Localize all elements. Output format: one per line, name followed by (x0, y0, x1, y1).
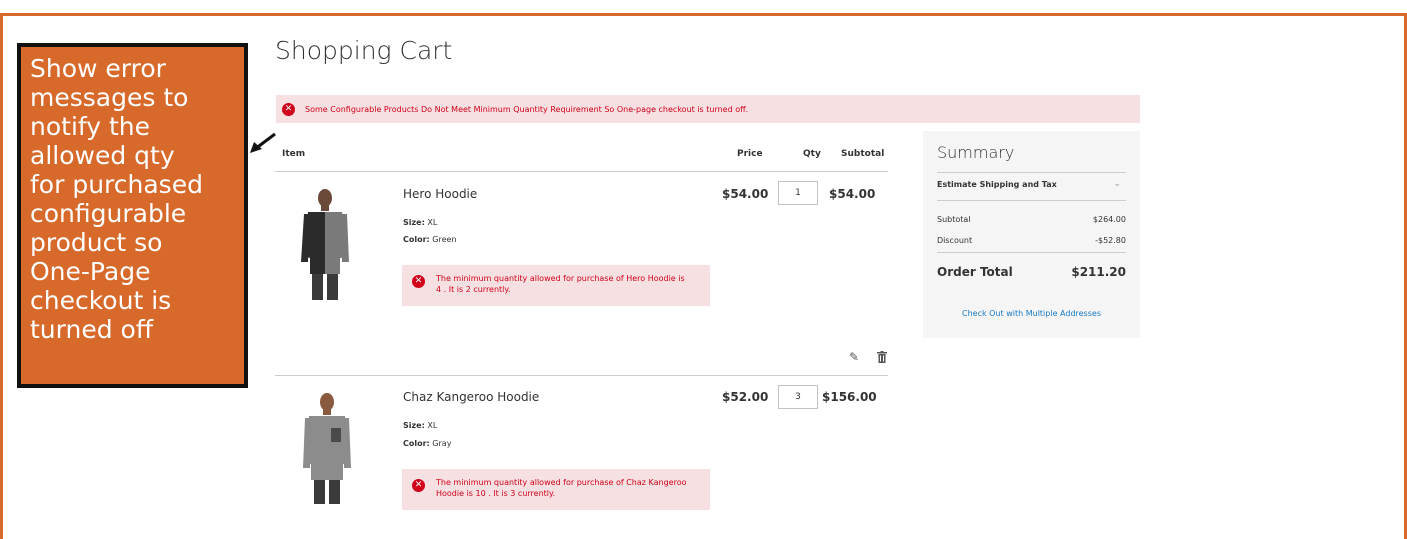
item-error-text: The minimum quantity allowed for purchas… (436, 477, 687, 499)
chevron-down-icon: ⌄ (1113, 179, 1121, 189)
discount-row: Discount -$52.80 (937, 236, 1126, 245)
option-value: XL (427, 421, 438, 430)
product-option-size: Size: XL (403, 421, 437, 430)
item-subtotal: $156.00 (822, 390, 877, 404)
order-total-row: Order Total $211.20 (937, 265, 1126, 279)
product-name-link[interactable]: Hero Hoodie (403, 187, 477, 201)
option-value: Gray (432, 439, 452, 448)
product-option-color: Color: Gray (403, 439, 451, 448)
annotation-arrow (250, 132, 276, 153)
callout-line: Show error (30, 54, 166, 83)
column-header-qty: Qty (803, 149, 821, 159)
callout-line: for purchased (30, 170, 203, 199)
callout-line: messages to (30, 83, 189, 112)
option-value: Green (432, 235, 457, 244)
item-subtotal: $54.00 (829, 187, 876, 201)
summary-title: Summary (937, 143, 1015, 162)
product-image-hero-hoodie[interactable] (290, 184, 360, 304)
global-error-message: ✕ Some Configurable Products Do Not Meet… (276, 95, 1140, 123)
item-error-text: The minimum quantity allowed for purchas… (436, 273, 685, 295)
item-price: $52.00 (722, 390, 769, 404)
option-value: XL (427, 218, 438, 227)
item-price: $54.00 (722, 187, 769, 201)
callout-line: notify the (30, 112, 151, 141)
global-error-text: Some Configurable Products Do Not Meet M… (305, 104, 749, 114)
column-header-item: Item (282, 149, 306, 159)
page-title: Shopping Cart (275, 36, 453, 65)
column-header-subtotal: Subtotal (841, 149, 885, 159)
divider (275, 171, 888, 172)
item-error-line: The minimum quantity allowed for purchas… (436, 478, 687, 487)
subtotal-row: Subtotal $264.00 (937, 215, 1126, 224)
qty-input[interactable] (778, 181, 818, 205)
estimate-shipping-toggle[interactable]: Estimate Shipping and Tax ⌄ (937, 179, 1126, 194)
item-error-line: Hoodie is 10 . It is 3 currently. (436, 489, 556, 498)
callout-line: product so (30, 228, 163, 257)
pencil-icon[interactable]: ✎ (849, 350, 859, 364)
divider (937, 252, 1126, 253)
product-option-size: Size: XL (403, 218, 437, 227)
error-icon: ✕ (412, 275, 425, 288)
order-summary: Summary Estimate Shipping and Tax ⌄ Subt… (923, 131, 1140, 338)
product-name-link[interactable]: Chaz Kangeroo Hoodie (403, 390, 539, 404)
callout-line: checkout is (30, 286, 172, 315)
item-error-line: 4 . It is 2 currently. (436, 285, 511, 294)
divider (937, 172, 1126, 173)
option-label: Color: (403, 235, 430, 244)
annotation-callout: Show error messages to notify the allowe… (17, 43, 248, 388)
item-error-line: The minimum quantity allowed for purchas… (436, 274, 685, 283)
error-icon: ✕ (412, 479, 425, 492)
divider (275, 375, 888, 376)
item-error-message: ✕ The minimum quantity allowed for purch… (402, 469, 710, 510)
trash-icon[interactable] (877, 351, 887, 363)
callout-line: configurable (30, 199, 187, 228)
subtotal-value: $264.00 (1092, 215, 1126, 224)
order-total-label: Order Total (937, 265, 1013, 279)
option-label: Size: (403, 421, 425, 430)
error-icon: ✕ (282, 102, 295, 116)
divider (937, 200, 1126, 201)
estimate-shipping-label: Estimate Shipping and Tax (937, 180, 1057, 189)
callout-line: One-Page (30, 257, 151, 286)
column-header-price: Price (737, 149, 763, 159)
product-image-chaz-kangeroo-hoodie[interactable] (292, 388, 362, 508)
subtotal-label: Subtotal (937, 215, 971, 224)
discount-label: Discount (937, 236, 973, 245)
checkout-multiple-addresses-link[interactable]: Check Out with Multiple Addresses (923, 309, 1140, 318)
product-option-color: Color: Green (403, 235, 457, 244)
discount-value: -$52.80 (1095, 236, 1126, 245)
qty-input[interactable] (778, 385, 818, 409)
callout-line: turned off (30, 315, 154, 344)
order-total-value: $211.20 (1071, 265, 1126, 279)
option-label: Size: (403, 218, 425, 227)
callout-line: allowed qty (30, 141, 175, 170)
option-label: Color: (403, 439, 430, 448)
item-error-message: ✕ The minimum quantity allowed for purch… (402, 265, 710, 306)
